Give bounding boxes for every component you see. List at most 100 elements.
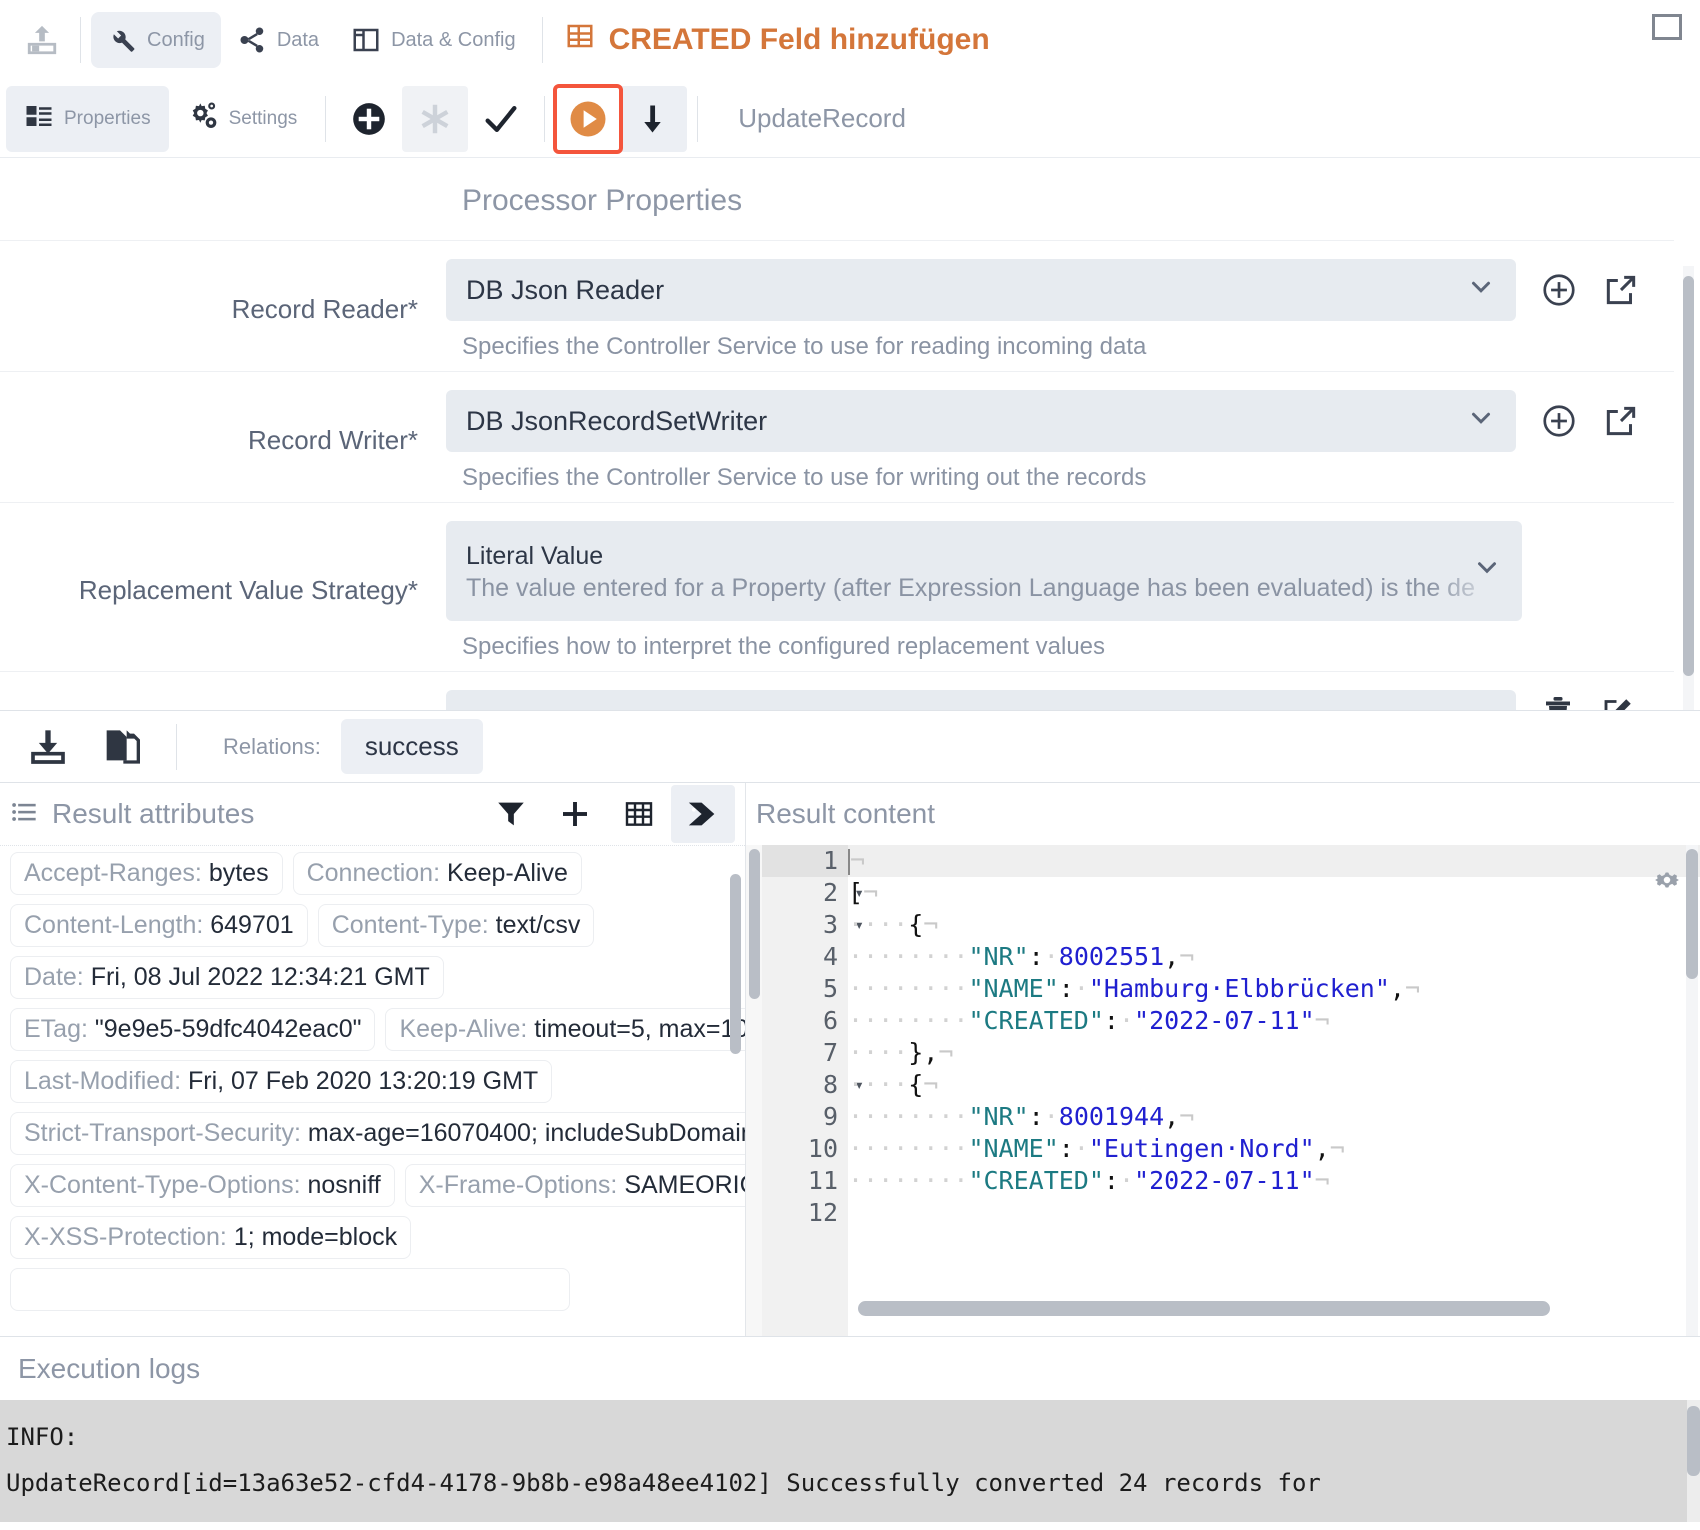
code-line: ········"CREATED":·"2022-07-11"¬ bbox=[848, 1006, 1330, 1035]
code-line: ¬ bbox=[848, 845, 1700, 877]
divider bbox=[541, 17, 543, 63]
properties-scroll-area[interactable]: Processor Properties Record Reader* DB J… bbox=[0, 158, 1700, 710]
replacement-strategy-description: Specifies how to interpret the configure… bbox=[462, 633, 1106, 660]
line-number: 10 bbox=[807, 1134, 838, 1163]
replacement-value-strategy-select[interactable]: Literal Value The value entered for a Pr… bbox=[446, 521, 1522, 621]
result-attributes-list[interactable]: Accept-Ranges: bytes Connection: Keep-Al… bbox=[0, 845, 745, 1336]
table-icon[interactable] bbox=[607, 785, 671, 843]
run-controls-group bbox=[553, 83, 688, 154]
attribute-chip[interactable]: Date: Fri, 08 Jul 2022 12:34:21 GMT bbox=[10, 956, 444, 999]
restore-window-icon[interactable] bbox=[1652, 14, 1682, 40]
external-link-icon[interactable] bbox=[1602, 402, 1640, 440]
line-number: 9 bbox=[822, 1102, 838, 1131]
result-content-title: Result content bbox=[756, 798, 935, 829]
attribute-chip[interactable]: Content-Type: text/csv bbox=[317, 904, 595, 947]
split-panel-icon bbox=[351, 25, 381, 55]
validate-button[interactable] bbox=[468, 86, 534, 152]
window-title: CREATED Feld hinzufügen bbox=[565, 21, 990, 59]
logs-scrollbar-thumb[interactable] bbox=[1687, 1406, 1700, 1476]
filter-icon[interactable] bbox=[479, 785, 543, 843]
code-line: ········"NAME":·"Hamburg·Elbbrücken",¬ bbox=[848, 974, 1421, 1003]
code-horizontal-scrollbar[interactable] bbox=[858, 1301, 1550, 1316]
property-row-record-reader: Record Reader* DB Json Reader Specifies … bbox=[0, 240, 1674, 371]
line-number: 6 bbox=[822, 1006, 838, 1035]
relations-label: Relations: bbox=[223, 733, 321, 759]
properties-scrollbar-thumb[interactable] bbox=[1683, 276, 1694, 676]
record-reader-description: Specifies the Controller Service to use … bbox=[462, 333, 1147, 360]
tab-data[interactable]: Data bbox=[221, 12, 335, 68]
list-detail-icon bbox=[24, 101, 54, 137]
line-number: 7 bbox=[822, 1038, 838, 1067]
tab-data-label: Data bbox=[276, 28, 320, 51]
record-reader-select[interactable]: DB Json Reader bbox=[446, 259, 1516, 321]
plus-circle-icon[interactable] bbox=[1540, 402, 1578, 440]
attribute-chip[interactable]: X-XSS-Protection: 1; mode=block bbox=[10, 1216, 412, 1259]
result-content-header: Result content bbox=[746, 783, 1700, 845]
code-lines: ¬ [¬ ····{¬ ········"NR":·8002551,¬ ····… bbox=[848, 845, 1700, 1336]
tab-data-and-config[interactable]: Data & Config bbox=[335, 12, 532, 68]
run-button[interactable] bbox=[553, 83, 624, 154]
line-number: 8 ▾ bbox=[822, 1070, 864, 1099]
attribute-chip[interactable]: Content-Length: 649701 bbox=[10, 904, 308, 947]
share-icon bbox=[237, 25, 267, 55]
attribute-chip[interactable]: Strict-Transport-Security: max-age=16070… bbox=[10, 1112, 745, 1155]
execution-logs-header: Execution logs bbox=[0, 1336, 1700, 1400]
log-message: UpdateRecord[id=13a63e52-cfd4-4178-9b8b-… bbox=[6, 1469, 1321, 1497]
gear-icon[interactable] bbox=[1652, 865, 1682, 899]
attr-row: Accept-Ranges: bytes Connection: Keep-Al… bbox=[10, 852, 735, 895]
execution-logs-title: Execution logs bbox=[18, 1352, 201, 1384]
code-left-scrollbar-thumb[interactable] bbox=[749, 849, 760, 999]
attribute-chip[interactable]: Connection: Keep-Alive bbox=[292, 852, 582, 895]
add-button[interactable] bbox=[336, 86, 402, 152]
relation-chip-success[interactable]: success bbox=[340, 719, 483, 774]
bottom-strip bbox=[0, 1522, 1700, 1530]
plus-icon[interactable] bbox=[543, 785, 607, 843]
external-link-icon[interactable] bbox=[1602, 271, 1640, 309]
log-level: INFO: bbox=[6, 1423, 79, 1451]
record-writer-value: DB JsonRecordSetWriter bbox=[466, 405, 768, 436]
created-expression-input[interactable]: ${now():format('yyyy-MM-dd')} bbox=[446, 690, 1516, 710]
tab-config[interactable]: Config bbox=[91, 12, 221, 68]
execution-logs-body[interactable]: INFO: UpdateRecord[id=13a63e52-cfd4-4178… bbox=[0, 1400, 1700, 1530]
attribute-chip[interactable]: X-Frame-Options: SAMEORIGIN bbox=[404, 1164, 745, 1207]
upload-icon[interactable] bbox=[14, 12, 70, 68]
copy-files-icon[interactable] bbox=[94, 721, 146, 773]
plus-circle-icon[interactable] bbox=[1540, 271, 1578, 309]
result-attributes-title: Result attributes bbox=[52, 798, 255, 829]
results-split: Result attributes Accept-Ranges: bytes C… bbox=[0, 782, 1700, 1336]
table-icon bbox=[565, 21, 595, 59]
replacement-strategy-value: Literal Value bbox=[466, 542, 604, 571]
code-line: ········"CREATED":·"2022-07-11"¬ bbox=[848, 1166, 1330, 1195]
attributes-scrollbar-thumb[interactable] bbox=[730, 874, 741, 1054]
line-number: 11 bbox=[807, 1166, 838, 1195]
json-code-viewer[interactable]: 1 2 ▾ 3 ▾ 4 5 6 7 8 ▾ 9 10 11 12 ¬ [¬ ····{… bbox=[746, 845, 1700, 1336]
step-down-button[interactable] bbox=[621, 86, 687, 152]
trash-icon[interactable] bbox=[1540, 694, 1576, 710]
attribute-chip[interactable]: Accept-Ranges: bytes bbox=[10, 852, 283, 895]
edit-icon[interactable] bbox=[1600, 694, 1636, 710]
top-toolbar: Config Data Data & Config CREATED Feld h… bbox=[0, 0, 1700, 80]
code-line: ····{¬ bbox=[848, 910, 939, 939]
code-line: ········"NAME":·"Eutingen·Nord",¬ bbox=[848, 1134, 1345, 1163]
tab-properties[interactable]: Properties bbox=[6, 85, 169, 152]
download-icon[interactable] bbox=[22, 721, 74, 773]
attribute-chip[interactable] bbox=[10, 1268, 570, 1311]
attr-rows-container: Accept-Ranges: bytes Connection: Keep-Al… bbox=[10, 852, 745, 1311]
tab-settings[interactable]: Settings bbox=[169, 86, 316, 152]
tag-icon[interactable] bbox=[671, 785, 735, 843]
processor-toolbar: Properties Settings UpdateRecord bbox=[0, 80, 1700, 158]
record-writer-select[interactable]: DB JsonRecordSetWriter bbox=[446, 390, 1516, 452]
clear-button bbox=[402, 85, 469, 152]
gears-icon bbox=[187, 100, 219, 138]
attribute-chip[interactable]: Last-Modified: Fri, 07 Feb 2020 13:20:19… bbox=[10, 1060, 553, 1103]
attr-row: Content-Length: 649701 Content-Type: tex… bbox=[10, 904, 735, 947]
attr-row: X-XSS-Protection: 1; mode=block bbox=[10, 1216, 735, 1259]
attribute-chip[interactable]: ETag: "9e9e5-59dfc4042eac0" bbox=[10, 1008, 376, 1051]
code-vertical-scrollbar-thumb[interactable] bbox=[1686, 849, 1698, 979]
property-label: Replacement Value Strategy* bbox=[78, 575, 418, 606]
window-title-text: CREATED Feld hinzufügen bbox=[608, 23, 990, 56]
attribute-chip[interactable]: X-Content-Type-Options: nosniff bbox=[10, 1164, 395, 1207]
attribute-chip[interactable]: Keep-Alive: timeout=5, max=100 bbox=[385, 1008, 745, 1051]
chevron-down-icon bbox=[1466, 272, 1496, 309]
